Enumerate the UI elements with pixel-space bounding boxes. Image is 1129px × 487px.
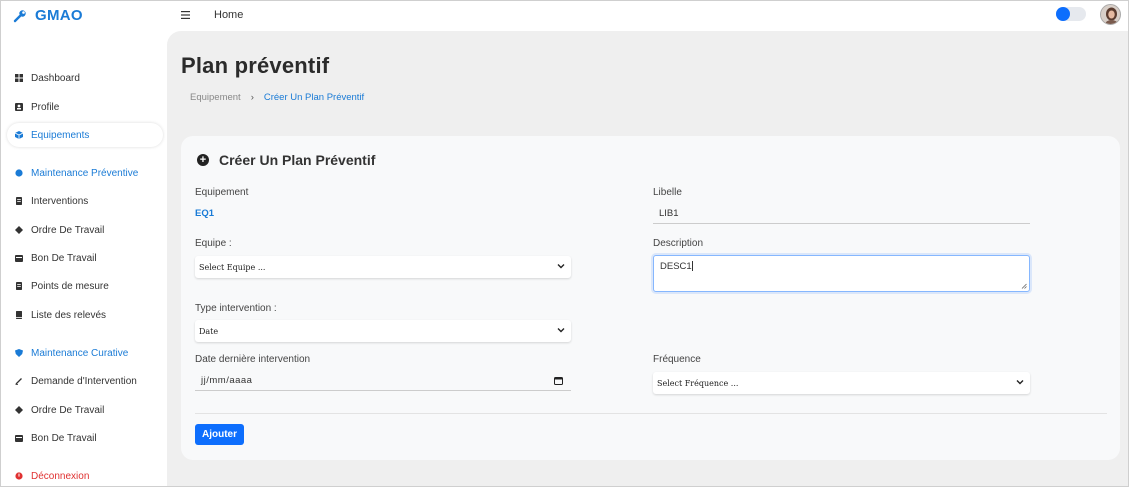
top-bar: GMAO Home xyxy=(1,1,1128,31)
wrench-icon xyxy=(13,9,26,22)
description-value: DESC1 xyxy=(660,261,692,272)
diamond-icon xyxy=(15,226,23,234)
frequence-label: Fréquence xyxy=(653,354,701,365)
sidebar-item-deconnexion[interactable]: Déconnexion xyxy=(7,464,163,486)
sidebar: Dashboard Profile Equipements Maintenanc… xyxy=(1,31,167,486)
sidebar-item-demande-intervention[interactable]: Demande d'Intervention xyxy=(7,369,163,393)
resize-handle-icon[interactable] xyxy=(1021,283,1027,289)
avatar[interactable] xyxy=(1100,4,1121,25)
libelle-input[interactable]: LIB1 xyxy=(653,204,1030,224)
pencil-icon xyxy=(15,378,22,385)
theme-toggle[interactable] xyxy=(1056,7,1086,21)
sidebar-item-ordre-de-travail[interactable]: Ordre De Travail xyxy=(7,218,163,242)
submit-button[interactable]: Ajouter xyxy=(195,424,244,445)
type-intervention-label: Type intervention : xyxy=(195,303,277,314)
sidebar-item-label: Bon De Travail xyxy=(31,252,97,264)
chevron-down-icon xyxy=(557,264,565,269)
sidebar-item-label: Ordre De Travail xyxy=(31,224,105,236)
equipe-label: Equipe : xyxy=(195,238,232,249)
sidebar-item-bon-de-travail-curative[interactable]: Bon De Travail xyxy=(7,426,163,450)
breadcrumb-separator: › xyxy=(250,92,254,103)
sidebar-section-maintenance-preventive[interactable]: Maintenance Préventive xyxy=(7,161,163,185)
sidebar-item-label: Bon De Travail xyxy=(31,432,97,444)
sidebar-item-label: Maintenance Curative xyxy=(31,347,129,359)
frequence-select[interactable]: Select Fréquence ... xyxy=(653,372,1030,394)
breadcrumb-parent[interactable]: Equipement xyxy=(190,92,241,103)
sidebar-item-profile[interactable]: Profile xyxy=(7,95,163,119)
sidebar-section-maintenance-curative[interactable]: Maintenance Curative xyxy=(7,341,163,365)
type-intervention-value: Date xyxy=(199,326,219,336)
sidebar-item-points-de-mesure[interactable]: Points de mesure xyxy=(7,274,163,298)
calendar-icon xyxy=(15,435,23,442)
breadcrumb-current: Créer Un Plan Préventif xyxy=(263,92,365,103)
equipe-select[interactable]: Select Equipe ... xyxy=(195,256,571,278)
brand-name: GMAO xyxy=(35,7,83,24)
type-intervention-select[interactable]: Date xyxy=(195,320,571,342)
chevron-down-icon xyxy=(1016,380,1024,385)
cube-icon xyxy=(15,131,23,139)
sidebar-item-equipements[interactable]: Equipements xyxy=(7,123,163,147)
card-title-text: Créer Un Plan Préventif xyxy=(219,152,376,168)
calendar-icon[interactable] xyxy=(554,376,563,385)
home-link[interactable]: Home xyxy=(214,9,243,21)
sidebar-item-label: Points de mesure xyxy=(31,280,109,292)
equipement-label: Equipement xyxy=(195,187,249,198)
libelle-label: Libelle xyxy=(653,187,682,198)
document-icon xyxy=(16,197,22,205)
date-placeholder: jj/mm/aaaa xyxy=(201,375,253,386)
sidebar-item-label: Liste des relevés xyxy=(31,309,107,321)
shield-icon xyxy=(15,349,23,357)
profile-icon xyxy=(15,103,23,111)
main-content: Plan préventif Equipement › Créer Un Pla… xyxy=(167,31,1128,486)
date-input[interactable]: jj/mm/aaaa xyxy=(195,371,571,391)
document-icon xyxy=(16,282,22,290)
page-title: Plan préventif xyxy=(181,53,330,78)
libelle-value: LIB1 xyxy=(659,208,679,219)
sidebar-item-ordre-de-travail-curative[interactable]: Ordre De Travail xyxy=(7,398,163,422)
sidebar-item-label: Ordre De Travail xyxy=(31,404,105,416)
form-divider xyxy=(195,413,1107,414)
app-window: GMAO Home Dashboard Profile Equipements … xyxy=(0,0,1129,487)
sidebar-item-label: Maintenance Préventive xyxy=(31,167,139,179)
equipement-value: EQ1 xyxy=(195,208,215,219)
breadcrumb: Equipement › Créer Un Plan Préventif xyxy=(190,92,364,103)
description-textarea[interactable]: DESC1 xyxy=(653,255,1030,292)
frequence-select-value: Select Fréquence ... xyxy=(657,378,739,388)
description-label: Description xyxy=(653,238,704,249)
calendar-icon xyxy=(15,255,23,262)
chevron-down-icon xyxy=(557,328,565,333)
dashboard-icon xyxy=(15,74,23,82)
book-icon xyxy=(16,311,22,319)
brand[interactable]: GMAO xyxy=(13,7,83,24)
card-title: + Créer Un Plan Préventif xyxy=(197,152,375,168)
form-card: + Créer Un Plan Préventif Equipement EQ1… xyxy=(181,136,1120,460)
sidebar-item-liste-des-releves[interactable]: Liste des relevés xyxy=(7,303,163,327)
sidebar-item-label: Interventions xyxy=(31,195,89,207)
sidebar-item-label: Déconnexion xyxy=(31,470,90,482)
sidebar-item-dashboard[interactable]: Dashboard xyxy=(7,66,163,90)
sidebar-item-label: Dashboard xyxy=(31,72,80,84)
sidebar-item-label: Demande d'Intervention xyxy=(31,375,137,387)
sidebar-item-label: Equipements xyxy=(31,129,90,141)
diamond-icon xyxy=(15,406,23,414)
sidebar-item-bon-de-travail[interactable]: Bon De Travail xyxy=(7,246,163,270)
hamburger-icon[interactable] xyxy=(181,7,190,22)
dot-icon xyxy=(15,169,23,177)
sidebar-item-interventions[interactable]: Interventions xyxy=(7,189,163,213)
plus-circle-icon: + xyxy=(197,154,209,166)
text-cursor xyxy=(691,261,693,272)
logout-icon xyxy=(15,472,23,480)
equipe-select-value: Select Equipe ... xyxy=(199,262,266,272)
sidebar-item-label: Profile xyxy=(31,101,60,113)
date-derniere-intervention-label: Date dernière intervention xyxy=(195,354,311,365)
toggle-knob xyxy=(1056,7,1070,21)
